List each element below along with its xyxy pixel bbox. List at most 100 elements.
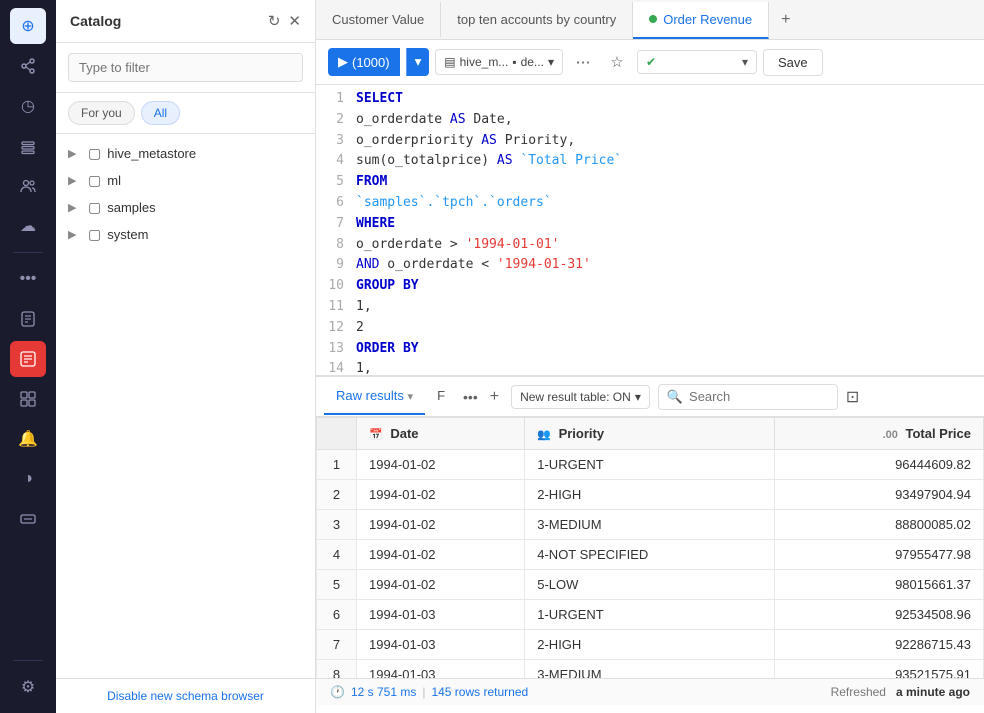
tree-item-samples[interactable]: ▶ ▢ samples (56, 194, 315, 221)
results-search-box: 🔍 (658, 384, 838, 410)
history-icon[interactable]: ◑ (10, 461, 46, 497)
sidebar: Catalog ↻ ✕ For you All ▶ ▢ hive_metasto… (56, 0, 316, 713)
cell-date: 1994-01-02 (357, 450, 525, 480)
results-tab-raw[interactable]: Raw results ▾ (324, 378, 425, 415)
schema-chevron-icon: ▾ (548, 55, 554, 69)
search-icon: 🔍 (667, 389, 683, 405)
row-num-cell: 3 (317, 510, 357, 540)
run-button[interactable]: ▶ (1000) (328, 48, 400, 76)
tab-status-dot (649, 15, 657, 23)
close-icon[interactable]: ✕ (288, 12, 301, 30)
cell-priority: 3-MEDIUM (525, 660, 775, 679)
tree-item-label: ml (107, 173, 121, 188)
cell-date: 1994-01-03 (357, 660, 525, 679)
cell-total-price: 92286715.43 (775, 630, 984, 660)
compute-icon[interactable] (10, 501, 46, 537)
more-options-icon[interactable]: ⋯ (569, 48, 597, 76)
run-dropdown-button[interactable]: ▾ (406, 48, 430, 76)
cell-date: 1994-01-02 (357, 510, 525, 540)
tree-item-hive-metastore[interactable]: ▶ ▢ hive_metastore (56, 140, 315, 167)
tree-item-label: hive_metastore (107, 146, 196, 161)
alert-icon[interactable]: 🔔 (10, 421, 46, 457)
tab-for-you[interactable]: For you (68, 101, 135, 125)
status-sep-1: | (422, 685, 425, 699)
row-num-cell: 2 (317, 480, 357, 510)
new-result-table-select[interactable]: New result table: ON ▾ (511, 385, 650, 409)
col-total-price-label: Total Price (905, 426, 971, 441)
cell-total-price: 97955477.98 (775, 540, 984, 570)
table-icon: ▢ (88, 145, 101, 162)
data-table: 📅 Date 👥 Priority .00 Total Price (316, 417, 984, 678)
db-icon: ▤ (444, 55, 455, 69)
layers-icon[interactable] (10, 128, 46, 164)
icon-divider-2 (13, 660, 43, 661)
graph-icon[interactable] (10, 48, 46, 84)
status-selector[interactable]: ✔ ▾ (637, 50, 757, 74)
tab-all[interactable]: All (141, 101, 180, 125)
results-tab-chevron: ▾ (408, 391, 414, 403)
db-label: hive_m... (460, 55, 509, 69)
table-row: 5 1994-01-02 5-LOW 98015661.37 (317, 570, 984, 600)
tab-order-revenue[interactable]: Order Revenue (633, 2, 769, 39)
editor-icon[interactable] (10, 341, 46, 377)
cell-date: 1994-01-03 (357, 600, 525, 630)
cell-total-price: 93497904.94 (775, 480, 984, 510)
status-time: 12 s 751 ms (351, 685, 416, 699)
add-tab-button[interactable]: + (769, 3, 802, 37)
col-header-priority[interactable]: 👥 Priority (525, 418, 775, 450)
status-right: Refreshed a minute ago (831, 685, 970, 699)
code-line-11: 11 1, (316, 297, 984, 318)
table-icon: ▢ (88, 199, 101, 216)
people-icon[interactable] (10, 168, 46, 204)
filter-input[interactable] (68, 53, 303, 82)
sidebar-footer-link[interactable]: Disable new schema browser (56, 678, 315, 713)
cell-priority: 2-HIGH (525, 630, 775, 660)
cell-priority: 5-LOW (525, 570, 775, 600)
table-row: 1 1994-01-02 1-URGENT 96444609.82 (317, 450, 984, 480)
code-line-5: 5FROM (316, 172, 984, 193)
dashboard-icon[interactable] (10, 381, 46, 417)
cloud-icon[interactable]: ☁ (10, 208, 46, 244)
settings-icon[interactable]: ⚙ (10, 669, 46, 705)
tree-item-label: samples (107, 200, 155, 215)
cell-total-price: 88800085.02 (775, 510, 984, 540)
dots-icon[interactable]: ••• (10, 261, 46, 297)
col-header-total-price[interactable]: .00 Total Price (775, 418, 984, 450)
cell-date: 1994-01-02 (357, 540, 525, 570)
clock-icon[interactable]: ◷ (10, 88, 46, 124)
code-line-8: 8 o_orderdate > '1994-01-01' (316, 235, 984, 256)
code-line-10: 10GROUP BY (316, 276, 984, 297)
home-icon[interactable]: ⊕ (10, 8, 46, 44)
table-row: 2 1994-01-02 2-HIGH 93497904.94 (317, 480, 984, 510)
table-row: 7 1994-01-03 2-HIGH 92286715.43 (317, 630, 984, 660)
row-num-cell: 8 (317, 660, 357, 679)
bookmark-icon[interactable]: ☆ (603, 48, 631, 76)
cell-priority: 1-URGENT (525, 600, 775, 630)
expand-results-icon[interactable]: ⊡ (846, 387, 859, 407)
more-tabs-icon[interactable]: ••• (457, 381, 484, 413)
results-tab-f[interactable]: F (425, 378, 457, 415)
results-search-input[interactable] (689, 389, 819, 404)
code-editor[interactable]: 1SELECT 2 o_orderdate AS Date, 3 o_order… (316, 85, 984, 375)
row-num-cell: 4 (317, 540, 357, 570)
save-button[interactable]: Save (763, 49, 823, 76)
cell-total-price: 98015661.37 (775, 570, 984, 600)
report-icon[interactable] (10, 301, 46, 337)
tab-customer-value[interactable]: Customer Value (316, 2, 441, 37)
code-line-4: 4 sum(o_totalprice) AS `Total Price` (316, 151, 984, 172)
add-results-tab-button[interactable]: + (484, 380, 505, 414)
col-header-date[interactable]: 📅 Date (357, 418, 525, 450)
code-line-6: 6 `samples`.`tpch`.`orders` (316, 193, 984, 214)
sidebar-header-icons: ↻ ✕ (268, 12, 301, 30)
new-result-label: New result table: ON (520, 390, 631, 404)
data-table-container[interactable]: 📅 Date 👥 Priority .00 Total Price (316, 417, 984, 678)
sidebar-header: Catalog ↻ ✕ (56, 0, 315, 43)
cell-priority: 3-MEDIUM (525, 510, 775, 540)
refresh-icon[interactable]: ↻ (268, 12, 281, 30)
status-refreshed-label: Refreshed (831, 685, 886, 699)
tab-top-ten-accounts[interactable]: top ten accounts by country (441, 2, 633, 37)
db-selector[interactable]: ▤ hive_m... ▪ de... ▾ (435, 49, 563, 75)
tree-item-ml[interactable]: ▶ ▢ ml (56, 167, 315, 194)
cell-total-price: 96444609.82 (775, 450, 984, 480)
tree-item-system[interactable]: ▶ ▢ system (56, 221, 315, 248)
